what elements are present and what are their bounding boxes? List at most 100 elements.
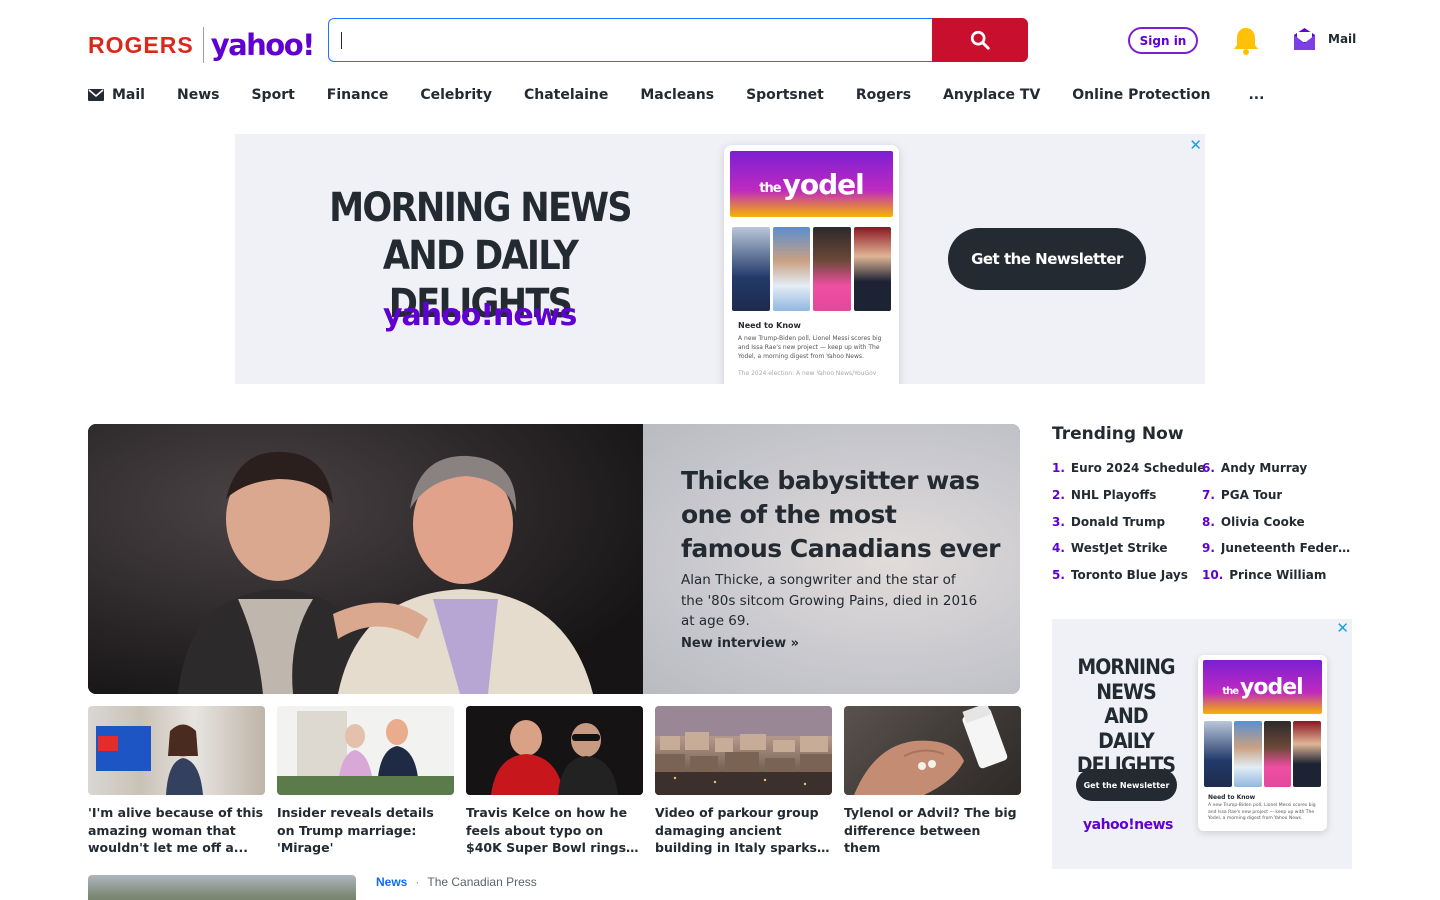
story-title[interactable]: Travis Kelce on how he feels about typo … <box>466 804 643 857</box>
story-thumbnail <box>844 706 1021 795</box>
nav-item-finance[interactable]: Finance <box>327 87 389 103</box>
get-newsletter-button[interactable]: Get the Newsletter <box>948 228 1146 290</box>
ad-headline-line: MORNING NEWS <box>329 185 633 231</box>
newsletter-ad-side[interactable]: ✕ MORNING NEWS AND DAILY DELIGHTS Get th… <box>1052 619 1352 869</box>
story-title[interactable]: 'I'm alive because of this amazing woman… <box>88 804 265 857</box>
newsletter-ad-banner[interactable]: ✕ MORNING NEWS AND DAILY DELIGHTS yahoo!… <box>235 134 1205 384</box>
ad-need-to-know: Need to Know <box>738 321 801 330</box>
trending-rank: 7. <box>1202 487 1215 502</box>
nav-item-sportsnet[interactable]: Sportsnet <box>746 87 824 103</box>
sign-in-button[interactable]: Sign in <box>1128 27 1198 54</box>
trending-item[interactable]: 10. Prince William <box>1202 568 1352 595</box>
rogers-yahoo-logo[interactable]: ROGERS yahoo! <box>88 26 316 64</box>
ad-photo <box>1293 721 1321 787</box>
trending-item[interactable]: 7. PGA Tour <box>1202 488 1352 515</box>
ad-close-icon[interactable]: ✕ <box>1189 136 1202 154</box>
trending-rank: 4. <box>1052 541 1065 556</box>
nav-item-macleans[interactable]: Macleans <box>640 87 714 103</box>
trending-item[interactable]: 9. Juneteenth Federal ... <box>1202 541 1352 568</box>
hero-description: Alan Thicke, a songwriter and the star o… <box>681 572 978 629</box>
yodel-brand: yodel <box>782 167 865 201</box>
rogers-logo-text: ROGERS <box>88 31 194 58</box>
hero-new-interview-link[interactable]: New interview » <box>681 636 799 651</box>
trending-label: NHL Playoffs <box>1070 487 1157 502</box>
mail-label: Mail <box>1328 32 1357 46</box>
get-newsletter-button[interactable]: Get the Newsletter <box>1076 769 1177 801</box>
yodel-banner: the yodel <box>1203 660 1322 714</box>
logo-divider <box>202 27 204 63</box>
story-image <box>655 706 832 795</box>
nav-item-mail[interactable]: Mail <box>88 87 145 103</box>
nav-item-celebrity[interactable]: Celebrity <box>420 87 492 103</box>
meta-separator: · <box>415 875 420 889</box>
story-card[interactable]: Tylenol or Advil? The big difference bet… <box>844 706 1021 857</box>
mail-link[interactable]: Mail <box>1292 26 1356 52</box>
trending-item[interactable]: 8. Olivia Cooke <box>1202 515 1352 542</box>
search-button[interactable] <box>932 18 1028 62</box>
story-thumbnail[interactable] <box>88 875 356 900</box>
nav-item-rogers[interactable]: Rogers <box>856 87 911 103</box>
main-nav: Mail News Sport Finance Celebrity Chatel… <box>88 84 1264 106</box>
trending-item[interactable]: 1. Euro 2024 Schedule <box>1052 461 1205 488</box>
search-box[interactable] <box>328 18 933 62</box>
nav-item-anyplace-tv[interactable]: Anyplace TV <box>943 87 1040 103</box>
yodel-the: the <box>759 180 781 196</box>
nav-item-news[interactable]: News <box>177 87 219 103</box>
story-meta: News · The Canadian Press <box>376 875 537 889</box>
trending-list-left: 1. Euro 2024 Schedule 2. NHL Playoffs 3. Do… <box>1052 461 1205 595</box>
story-card[interactable]: Insider reveals details on Trump marriag… <box>277 706 454 857</box>
ad-phone-photos <box>732 227 891 311</box>
trending-rank: 5. <box>1052 568 1065 583</box>
ad-photo <box>1233 721 1262 787</box>
ad-phone-mockup: the yodel Need to Know A new Trump-Biden… <box>1198 655 1327 831</box>
mail-icon <box>88 89 104 101</box>
trending-item[interactable]: 3. Donald Trump <box>1052 515 1205 542</box>
story-thumbnail <box>655 706 832 795</box>
ad-photo <box>732 227 770 311</box>
ad-phone-footnote: The 2024 election: A new Yahoo News/YouG… <box>738 370 877 377</box>
ad-phone-text: A new Trump-Biden poll, Lionel Messi sco… <box>738 335 882 360</box>
notifications-bell-icon[interactable] <box>1232 26 1260 56</box>
story-thumb-row: 'I'm alive because of this amazing woman… <box>88 706 1021 857</box>
story-card[interactable]: Travis Kelce on how he feels about typo … <box>466 706 643 857</box>
nav-more-button[interactable]: ... <box>1248 87 1264 103</box>
trending-label: Juneteenth Federal ... <box>1220 541 1352 556</box>
trending-label: Andy Murray <box>1220 461 1308 475</box>
trending-rank: 8. <box>1202 514 1215 529</box>
story-image <box>466 706 643 795</box>
story-title[interactable]: Video of parkour group damaging ancient … <box>655 804 832 857</box>
story-category[interactable]: News <box>376 875 407 889</box>
ad-headline: MORNING NEWS AND DAILY DELIGHTS <box>1072 655 1180 778</box>
trending-label: Toronto Blue Jays <box>1070 568 1188 583</box>
story-title[interactable]: Insider reveals details on Trump marriag… <box>277 804 454 857</box>
trending-item[interactable]: 2. NHL Playoffs <box>1052 488 1205 515</box>
trending-item[interactable]: 6. Andy Murray <box>1202 461 1352 488</box>
story-title[interactable]: Tylenol or Advil? The big difference bet… <box>844 804 1021 857</box>
trending-label: PGA Tour <box>1220 487 1283 502</box>
nav-item-chatelaine[interactable]: Chatelaine <box>524 87 608 103</box>
story-card[interactable]: 'I'm alive because of this amazing woman… <box>88 706 265 857</box>
hero-story[interactable]: Thicke babysitter was one of the most fa… <box>88 424 1020 694</box>
mail-envelope-icon <box>1294 28 1315 50</box>
story-thumbnail <box>277 706 454 795</box>
ad-photo <box>1204 721 1232 787</box>
yahoo-logo-text: yahoo! <box>210 28 316 62</box>
ad-headline-line: NEWS AND <box>1096 679 1156 729</box>
nav-item-sport[interactable]: Sport <box>251 87 294 103</box>
trending-rank: 10. <box>1202 568 1224 583</box>
nav-item-online-protection[interactable]: Online Protection <box>1072 87 1210 103</box>
story-card[interactable]: Video of parkour group damaging ancient … <box>655 706 832 857</box>
yodel-brand: yodel <box>1240 674 1304 700</box>
yodel-banner: the yodel <box>730 151 893 217</box>
hero-title[interactable]: Thicke babysitter was one of the most fa… <box>681 464 1001 566</box>
ad-close-icon[interactable]: ✕ <box>1336 619 1349 637</box>
trending-item[interactable]: 5. Toronto Blue Jays <box>1052 568 1205 595</box>
search-input[interactable] <box>329 19 933 61</box>
yodel-the: the <box>1222 685 1239 697</box>
trending-item[interactable]: 4. WestJet Strike <box>1052 541 1205 568</box>
story-thumbnail <box>466 706 643 795</box>
yahoo-news-logo: yahoo!news <box>383 298 577 333</box>
ad-photo <box>853 227 891 311</box>
ad-phone-photos <box>1204 721 1321 787</box>
trending-rank: 6. <box>1202 461 1215 475</box>
